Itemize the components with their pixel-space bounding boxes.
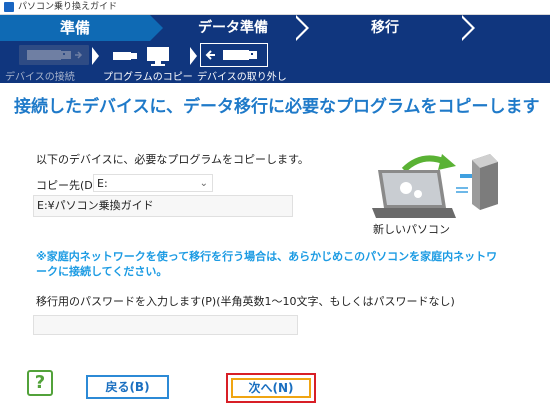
- destination-select[interactable]: E: ⌄: [93, 174, 213, 192]
- next-button[interactable]: 次へ(N): [231, 378, 311, 398]
- usb-remove-icon: [200, 43, 268, 67]
- help-button[interactable]: ?: [27, 370, 53, 396]
- chevron-down-icon: ⌄: [199, 178, 208, 189]
- substep-label: プログラムのコピー: [103, 72, 193, 83]
- password-field[interactable]: [33, 315, 298, 335]
- window-title: パソコン乗り換えガイド: [18, 2, 118, 12]
- password-label: 移行用のパスワードを入力します(P)(半角英数1～10文字、もしくはパスワードな…: [36, 295, 455, 308]
- page-heading: 接続したデバイスに、データ移行に必要なプログラムをコピーします: [14, 97, 540, 117]
- destination-label: コピー先(D):: [36, 179, 101, 192]
- substep-label: デバイスの取り外し: [197, 72, 287, 83]
- substep-copy-program: プログラムのコピー: [103, 41, 199, 83]
- intro-text: 以下のデバイスに、必要なプログラムをコピーします。: [36, 153, 309, 166]
- usb-to-monitor-icon: [111, 45, 181, 70]
- step-migrate: 移行: [371, 20, 399, 36]
- new-pc-illustration: [372, 148, 502, 230]
- next-button-highlight: 次へ(N): [226, 373, 316, 403]
- substep-arrow: [190, 47, 197, 65]
- destination-path-field: E:¥パソコン乗換ガイド: [33, 195, 293, 217]
- step-separator-inner: [459, 15, 472, 41]
- substep-label: デバイスの接続: [5, 72, 75, 83]
- app-icon: [4, 2, 14, 12]
- illustration-caption: 新しいパソコン: [373, 223, 450, 236]
- substep-remove-device: デバイスの取り外し: [197, 41, 296, 83]
- network-note: ※家庭内ネットワークを使って移行を行う場合は、あらかじめこのパソコンを家庭内ネッ…: [36, 250, 498, 278]
- title-bar: パソコン乗り換えガイド: [0, 0, 550, 15]
- usb-device-icon: [19, 45, 89, 65]
- back-button[interactable]: 戻る(B): [86, 375, 169, 399]
- step-prepare: 準備: [0, 15, 163, 41]
- substep-bar: デバイスの接続 プログラムのコピー デバイスの取り外し: [0, 41, 550, 83]
- destination-value: E:: [97, 177, 108, 190]
- substep-connect-device: デバイスの接続: [5, 41, 101, 83]
- question-icon: ?: [34, 372, 46, 393]
- step-data-prepare: データ準備: [198, 20, 268, 36]
- substep-arrow: [92, 47, 99, 65]
- step-header: 準備 データ準備 移行: [0, 15, 550, 41]
